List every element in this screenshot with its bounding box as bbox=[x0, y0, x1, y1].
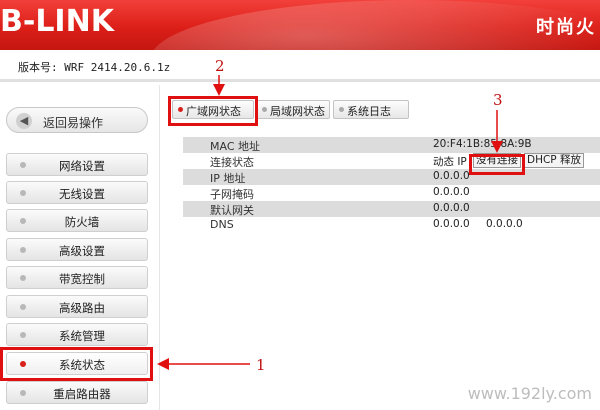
watermark: www.192ly.com bbox=[467, 384, 592, 403]
annotation-arrows bbox=[157, 75, 503, 370]
